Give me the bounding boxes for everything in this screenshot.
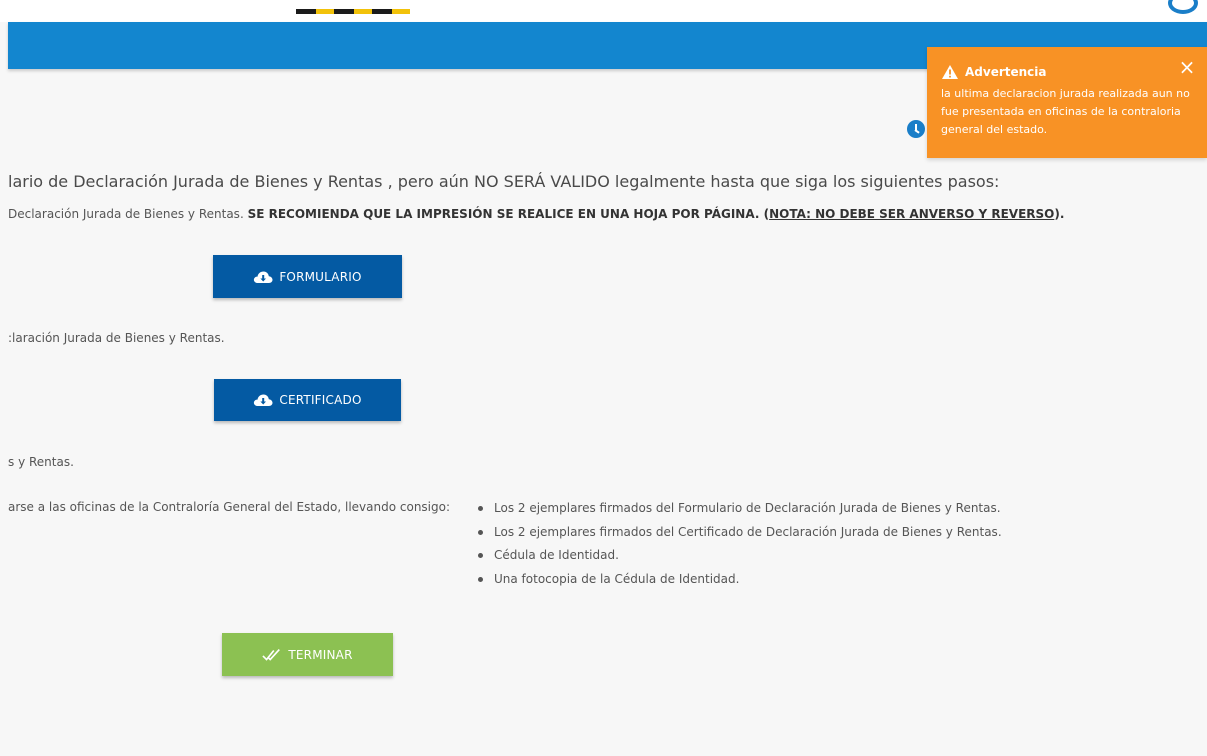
- warning-triangle-icon: [942, 65, 958, 79]
- terminar-label: TERMINAR: [288, 647, 353, 662]
- user-circle-icon[interactable]: [1168, 0, 1198, 14]
- print-text: Declaración Jurada de Bienes y Rentas.: [8, 207, 248, 221]
- list-item: Cédula de Identidad.: [474, 547, 1002, 571]
- print-end: ).: [1054, 207, 1065, 221]
- terminar-button[interactable]: TERMINAR: [222, 633, 393, 676]
- toast-header: Advertencia: [941, 64, 1047, 80]
- delivery-instructions: arse a las oficinas de la Contraloría Ge…: [8, 500, 451, 514]
- warning-toast: Advertencia × la ultima declaracion jura…: [927, 47, 1207, 158]
- cloud-download-icon: [254, 394, 273, 406]
- certificate-instructions: :laración Jurada de Bienes y Rentas.: [8, 331, 225, 345]
- cloud-download-icon: [254, 271, 273, 283]
- double-check-icon: [262, 648, 281, 661]
- clock-icon: [907, 120, 925, 138]
- certificado-label: CERTIFICADO: [279, 393, 362, 407]
- sign-instructions: s y Rentas.: [8, 455, 74, 469]
- print-note: NOTA: NO DEBE SER ANVERSO Y REVERSO: [769, 207, 1055, 221]
- list-item: Una fotocopia de la Cédula de Identidad.: [474, 571, 1002, 595]
- list-item: Los 2 ejemplares firmados del Formulario…: [474, 500, 1002, 524]
- formulario-label: FORMULARIO: [279, 269, 362, 284]
- requirements-list: Los 2 ejemplares firmados del Formulario…: [474, 500, 1002, 594]
- close-icon[interactable]: ×: [1177, 57, 1197, 77]
- list-item: Los 2 ejemplares firmados del Certificad…: [474, 524, 1002, 548]
- logo: [296, 9, 410, 14]
- print-instructions: Declaración Jurada de Bienes y Rentas. S…: [8, 207, 1064, 221]
- download-formulario-button[interactable]: FORMULARIO: [213, 255, 402, 298]
- toast-message: la ultima declaracion jurada realizada a…: [941, 87, 1190, 136]
- toast-title: Advertencia: [965, 65, 1047, 79]
- top-header: [0, 0, 1207, 22]
- instructions-heading: lario de Declaración Jurada de Bienes y …: [8, 172, 1000, 191]
- download-certificado-button[interactable]: CERTIFICADO: [214, 379, 401, 421]
- print-recommendation: SE RECOMIENDA QUE LA IMPRESIÓN SE REALIC…: [247, 207, 770, 221]
